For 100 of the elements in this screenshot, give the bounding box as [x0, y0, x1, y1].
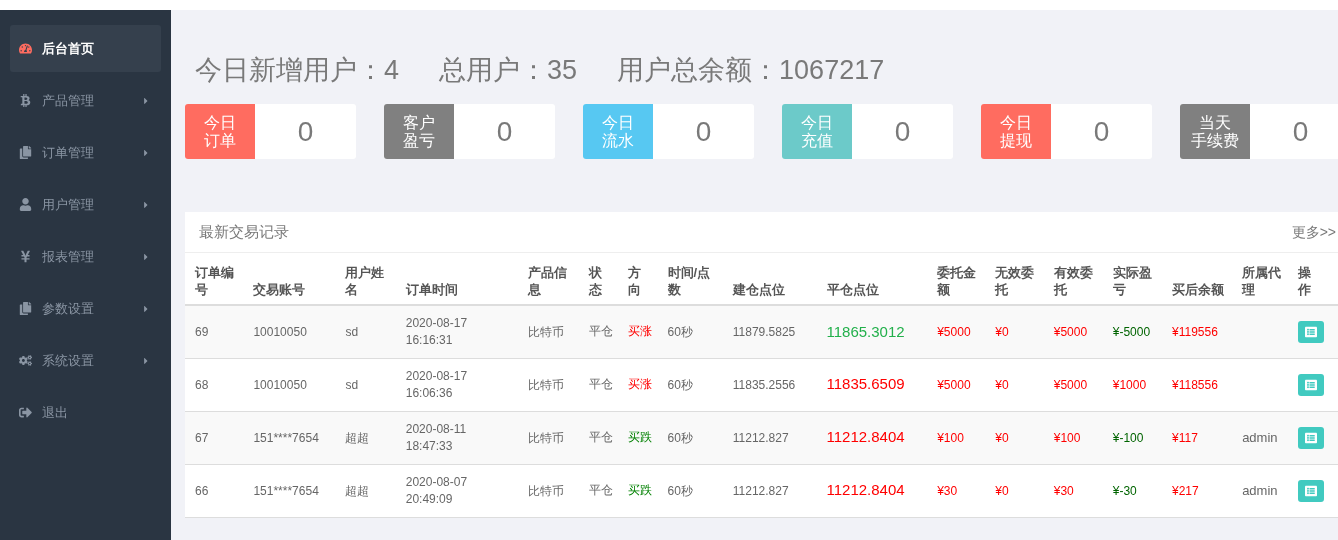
table-cell: ¥0 — [995, 305, 1054, 358]
table-cell: ¥119556 — [1172, 305, 1243, 358]
table-cell: sd — [345, 358, 406, 411]
details-button[interactable] — [1298, 426, 1325, 449]
stat-label: 订单 — [204, 131, 236, 150]
table-cell: 69 — [185, 305, 254, 358]
stat-label: 提现 — [1000, 131, 1032, 150]
column-header: 无效委托 — [995, 253, 1054, 305]
sidebar-item[interactable]: 后台首页 — [10, 25, 161, 72]
stat-label: 当天 — [1199, 113, 1231, 132]
stat-label: 手续费 — [1191, 131, 1239, 150]
table-cell: 超超 — [345, 464, 406, 517]
column-header: 平仓点位 — [826, 253, 938, 305]
documents-icon — [19, 146, 32, 159]
table-cell: ¥30 — [937, 464, 996, 517]
summary-stat: 总用户：35 — [439, 54, 578, 87]
table-cell: ¥217 — [1172, 464, 1243, 517]
sidebar-label: 系统设置 — [42, 351, 95, 370]
user-icon — [19, 198, 32, 211]
list-icon — [1305, 484, 1318, 497]
stat-value: 0 — [495, 114, 514, 149]
sidebar-item[interactable]: 报表管理 — [10, 233, 161, 280]
table-cell: 151****7654 — [253, 464, 346, 517]
column-header: 所属代理 — [1242, 253, 1299, 305]
table-cell: admin — [1242, 464, 1299, 517]
sidebar-item[interactable]: 产品管理 — [10, 77, 161, 124]
table-cell: 平仓 — [588, 464, 629, 517]
summary-stat: 用户总余额：1067217 — [617, 54, 885, 87]
table-cell: ¥117 — [1172, 411, 1243, 464]
table-cell: 2020-08-11 18:47:33 — [405, 411, 529, 464]
column-header: 有效委托 — [1053, 253, 1113, 305]
stat-label: 今日 — [801, 113, 833, 132]
table-cell: 11879.5825 — [732, 305, 827, 358]
table-cell: 11212.8404 — [826, 411, 938, 464]
stat-label: 客户 — [403, 113, 435, 132]
stat-label: 今日 — [602, 113, 634, 132]
table-cell: 11865.3012 — [826, 305, 938, 358]
table-cell: sd — [345, 305, 406, 358]
sidebar-label: 参数设置 — [42, 299, 95, 318]
column-header: 交易账号 — [253, 253, 346, 305]
table-cell: ¥-5000 — [1112, 305, 1172, 358]
details-button[interactable] — [1298, 320, 1325, 343]
table-cell: 11212.827 — [732, 411, 827, 464]
table-cell: ¥5000 — [1053, 305, 1113, 358]
column-header: 委托金额 — [937, 253, 996, 305]
settings-icon — [19, 354, 32, 367]
sidebar-item[interactable]: 订单管理 — [10, 129, 161, 176]
list-icon — [1305, 378, 1318, 391]
column-header: 订单时间 — [405, 253, 529, 305]
column-header: 用户姓名 — [345, 253, 406, 305]
table-cell: ¥0 — [995, 464, 1054, 517]
stat-value: 0 — [694, 114, 713, 149]
logout-icon — [19, 406, 32, 419]
sidebar-item[interactable]: 退出 — [10, 389, 161, 436]
table-cell: ¥118556 — [1172, 358, 1243, 411]
table-cell: 66 — [185, 464, 254, 517]
table-cell: 60秒 — [667, 464, 733, 517]
table-cell: 2020-08-17 16:16:31 — [405, 305, 529, 358]
table-cell: 67 — [185, 411, 254, 464]
sidebar-item[interactable]: 参数设置 — [10, 285, 161, 332]
column-header: 订单编号 — [185, 253, 254, 305]
table-cell: 60秒 — [667, 358, 733, 411]
table-cell: ¥5000 — [937, 358, 996, 411]
table-cell: 买涨 — [628, 358, 668, 411]
table-cell: 11212.8404 — [826, 464, 938, 517]
table-cell: 平仓 — [588, 411, 629, 464]
table-cell: 买跌 — [628, 464, 668, 517]
bitcoin-icon — [19, 94, 32, 107]
table-cell: ¥100 — [1053, 411, 1113, 464]
stat-value: 0 — [1092, 114, 1111, 149]
column-header: 操作 — [1298, 253, 1338, 305]
more-link[interactable]: 更多>> — [1291, 221, 1336, 243]
table-cell: 超超 — [345, 411, 406, 464]
table-cell: 11212.827 — [732, 464, 827, 517]
sidebar-item[interactable]: 系统设置 — [10, 337, 161, 384]
table-cell: 比特币 — [528, 358, 589, 411]
table-cell: ¥5000 — [1053, 358, 1113, 411]
table-cell: 比特币 — [528, 464, 589, 517]
table-cell: ¥1000 — [1112, 358, 1172, 411]
summary-stat: 今日新增用户：4 — [195, 54, 400, 87]
sidebar-label: 退出 — [42, 403, 69, 422]
stat-value: 0 — [893, 114, 912, 149]
table-cell: 10010050 — [253, 358, 346, 411]
details-button[interactable] — [1298, 373, 1325, 396]
table-cell: 2020-08-07 20:49:09 — [405, 464, 529, 517]
sidebar-label: 用户管理 — [42, 195, 95, 214]
details-button[interactable] — [1298, 479, 1325, 502]
table-cell: 比特币 — [528, 305, 589, 358]
list-icon — [1305, 431, 1318, 444]
column-header: 状态 — [588, 253, 629, 305]
sidebar-label: 产品管理 — [42, 91, 95, 110]
column-header: 产品信息 — [528, 253, 589, 305]
table-cell: 2020-08-17 16:06:36 — [405, 358, 529, 411]
column-header: 方向 — [628, 253, 668, 305]
table-cell: 60秒 — [667, 411, 733, 464]
stat-value: 0 — [296, 114, 315, 149]
column-header: 时间/点数 — [667, 253, 733, 305]
column-header: 买后余额 — [1172, 253, 1243, 305]
table-cell: 10010050 — [253, 305, 346, 358]
sidebar-item[interactable]: 用户管理 — [10, 181, 161, 228]
